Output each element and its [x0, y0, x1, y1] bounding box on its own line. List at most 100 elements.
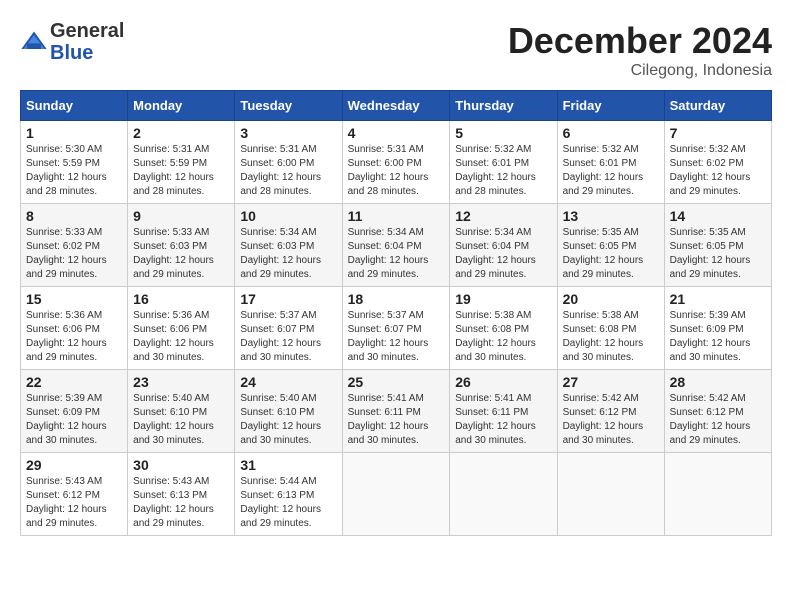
day-info: Sunrise: 5:32 AMSunset: 6:01 PMDaylight:… [455, 143, 551, 199]
calendar-table: SundayMondayTuesdayWednesdayThursdayFrid… [20, 90, 772, 536]
day-info: Sunrise: 5:36 AMSunset: 6:06 PMDaylight:… [26, 309, 122, 365]
calendar-cell: 29 Sunrise: 5:43 AMSunset: 6:12 PMDayligh… [21, 453, 128, 536]
day-number: 30 [133, 457, 229, 473]
day-info: Sunrise: 5:31 AMSunset: 6:00 PMDaylight:… [348, 143, 445, 199]
day-info: Sunrise: 5:41 AMSunset: 6:11 PMDaylight:… [348, 392, 445, 448]
day-info: Sunrise: 5:42 AMSunset: 6:12 PMDaylight:… [670, 392, 766, 448]
day-number: 8 [26, 208, 122, 224]
logo-text: General Blue [50, 20, 124, 64]
day-info: Sunrise: 5:34 AMSunset: 6:04 PMDaylight:… [348, 226, 445, 282]
day-number: 18 [348, 291, 445, 307]
header-day-saturday: Saturday [664, 91, 771, 121]
calendar-cell [450, 453, 557, 536]
day-number: 26 [455, 374, 551, 390]
day-info: Sunrise: 5:36 AMSunset: 6:06 PMDaylight:… [133, 309, 229, 365]
day-number: 10 [240, 208, 336, 224]
day-number: 9 [133, 208, 229, 224]
day-info: Sunrise: 5:34 AMSunset: 6:03 PMDaylight:… [240, 226, 336, 282]
day-number: 3 [240, 125, 336, 141]
calendar-cell [342, 453, 450, 536]
logo-general: General [50, 20, 124, 42]
day-number: 31 [240, 457, 336, 473]
logo-icon [20, 28, 48, 56]
day-number: 29 [26, 457, 122, 473]
day-number: 16 [133, 291, 229, 307]
calendar-cell: 15 Sunrise: 5:36 AMSunset: 6:06 PMDayligh… [21, 287, 128, 370]
day-info: Sunrise: 5:35 AMSunset: 6:05 PMDaylight:… [670, 226, 766, 282]
week-row-2: 8Sunrise: 5:33 AMSunset: 6:02 PMDaylight… [21, 204, 772, 287]
day-number: 11 [348, 208, 445, 224]
week-row-4: 22 Sunrise: 5:39 AMSunset: 6:09 PMDayligh… [21, 370, 772, 453]
day-info: Sunrise: 5:33 AMSunset: 6:03 PMDaylight:… [133, 226, 229, 282]
calendar-cell: 17Sunrise: 5:37 AMSunset: 6:07 PMDayligh… [235, 287, 342, 370]
calendar-cell [664, 453, 771, 536]
day-number: 22 [26, 374, 122, 390]
day-info: Sunrise: 5:38 AMSunset: 6:08 PMDaylight:… [455, 309, 551, 365]
calendar-cell: 6 Sunrise: 5:32 AMSunset: 6:01 PMDaylight… [557, 121, 664, 204]
calendar-cell: 12 Sunrise: 5:34 AMSunset: 6:04 PMDayligh… [450, 204, 557, 287]
calendar-cell: 22 Sunrise: 5:39 AMSunset: 6:09 PMDayligh… [21, 370, 128, 453]
header-day-friday: Friday [557, 91, 664, 121]
header-day-tuesday: Tuesday [235, 91, 342, 121]
location: Cilegong, Indonesia [508, 62, 772, 80]
day-info: Sunrise: 5:34 AMSunset: 6:04 PMDaylight:… [455, 226, 551, 282]
calendar-cell: 1Sunrise: 5:30 AMSunset: 5:59 PMDaylight… [21, 121, 128, 204]
day-number: 4 [348, 125, 445, 141]
day-info: Sunrise: 5:39 AMSunset: 6:09 PMDaylight:… [670, 309, 766, 365]
calendar-cell: 5Sunrise: 5:32 AMSunset: 6:01 PMDaylight… [450, 121, 557, 204]
calendar-cell [557, 453, 664, 536]
day-info: Sunrise: 5:37 AMSunset: 6:07 PMDaylight:… [348, 309, 445, 365]
day-info: Sunrise: 5:38 AMSunset: 6:08 PMDaylight:… [563, 309, 659, 365]
calendar-cell: 10 Sunrise: 5:34 AMSunset: 6:03 PMDayligh… [235, 204, 342, 287]
day-number: 25 [348, 374, 445, 390]
day-number: 7 [670, 125, 766, 141]
logo-blue: Blue [50, 42, 93, 64]
calendar-cell: 16 Sunrise: 5:36 AMSunset: 6:06 PMDayligh… [128, 287, 235, 370]
day-number: 6 [563, 125, 659, 141]
logo: General Blue [20, 20, 124, 64]
header-row: SundayMondayTuesdayWednesdayThursdayFrid… [21, 91, 772, 121]
day-number: 13 [563, 208, 659, 224]
header-day-thursday: Thursday [450, 91, 557, 121]
month-title: December 2024 [508, 20, 772, 62]
calendar-cell: 28Sunrise: 5:42 AMSunset: 6:12 PMDayligh… [664, 370, 771, 453]
day-info: Sunrise: 5:40 AMSunset: 6:10 PMDaylight:… [240, 392, 336, 448]
day-info: Sunrise: 5:43 AMSunset: 6:12 PMDaylight:… [26, 475, 122, 531]
day-info: Sunrise: 5:43 AMSunset: 6:13 PMDaylight:… [133, 475, 229, 531]
calendar-cell: 3 Sunrise: 5:31 AMSunset: 6:00 PMDaylight… [235, 121, 342, 204]
title-section: December 2024 Cilegong, Indonesia [508, 20, 772, 80]
calendar-cell: 24 Sunrise: 5:40 AMSunset: 6:10 PMDayligh… [235, 370, 342, 453]
calendar-cell: 13 Sunrise: 5:35 AMSunset: 6:05 PMDayligh… [557, 204, 664, 287]
day-number: 17 [240, 291, 336, 307]
day-number: 23 [133, 374, 229, 390]
day-number: 27 [563, 374, 659, 390]
day-info: Sunrise: 5:30 AMSunset: 5:59 PMDaylight:… [26, 143, 122, 199]
day-number: 19 [455, 291, 551, 307]
calendar-cell: 14Sunrise: 5:35 AMSunset: 6:05 PMDayligh… [664, 204, 771, 287]
week-row-3: 15 Sunrise: 5:36 AMSunset: 6:06 PMDayligh… [21, 287, 772, 370]
day-info: Sunrise: 5:44 AMSunset: 6:13 PMDaylight:… [240, 475, 336, 531]
day-number: 20 [563, 291, 659, 307]
day-info: Sunrise: 5:39 AMSunset: 6:09 PMDaylight:… [26, 392, 122, 448]
calendar-cell: 25 Sunrise: 5:41 AMSunset: 6:11 PMDayligh… [342, 370, 450, 453]
day-info: Sunrise: 5:31 AMSunset: 6:00 PMDaylight:… [240, 143, 336, 199]
day-number: 21 [670, 291, 766, 307]
header-day-wednesday: Wednesday [342, 91, 450, 121]
calendar-cell: 26 Sunrise: 5:41 AMSunset: 6:11 PMDayligh… [450, 370, 557, 453]
day-info: Sunrise: 5:32 AMSunset: 6:01 PMDaylight:… [563, 143, 659, 199]
day-info: Sunrise: 5:32 AMSunset: 6:02 PMDaylight:… [670, 143, 766, 199]
day-info: Sunrise: 5:31 AMSunset: 5:59 PMDaylight:… [133, 143, 229, 199]
day-number: 2 [133, 125, 229, 141]
day-number: 12 [455, 208, 551, 224]
header-day-monday: Monday [128, 91, 235, 121]
calendar-cell: 30 Sunrise: 5:43 AMSunset: 6:13 PMDayligh… [128, 453, 235, 536]
day-number: 24 [240, 374, 336, 390]
day-info: Sunrise: 5:35 AMSunset: 6:05 PMDaylight:… [563, 226, 659, 282]
page-header: General Blue December 2024 Cilegong, Ind… [20, 20, 772, 80]
week-row-1: 1Sunrise: 5:30 AMSunset: 5:59 PMDaylight… [21, 121, 772, 204]
calendar-cell: 21 Sunrise: 5:39 AMSunset: 6:09 PMDayligh… [664, 287, 771, 370]
day-info: Sunrise: 5:41 AMSunset: 6:11 PMDaylight:… [455, 392, 551, 448]
calendar-cell: 18 Sunrise: 5:37 AMSunset: 6:07 PMDayligh… [342, 287, 450, 370]
calendar-cell: 31 Sunrise: 5:44 AMSunset: 6:13 PMDayligh… [235, 453, 342, 536]
day-number: 15 [26, 291, 122, 307]
